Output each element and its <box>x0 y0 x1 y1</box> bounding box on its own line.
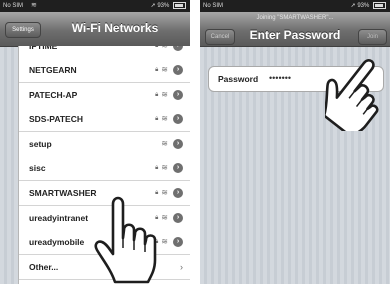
wifi-signal-icon: ≋ <box>161 89 168 99</box>
carrier-label: No SIM <box>3 3 24 9</box>
network-name: SDS-PATECH <box>29 114 83 125</box>
wifi-signal-icon: ≋ <box>161 163 168 173</box>
battery-label: 93% <box>157 3 170 9</box>
network-status-icons: 🔒︎≋ › <box>155 83 183 107</box>
network-row[interactable]: setup ≋ › <box>19 131 190 157</box>
detail-disclosure-icon[interactable]: › <box>173 237 183 248</box>
password-label: Password <box>218 74 259 84</box>
network-name: SMARTWASHER <box>29 188 97 198</box>
status-bar: No SIM ➚ 93% <box>200 0 390 12</box>
lock-icon: 🔒︎ <box>155 67 159 73</box>
enter-password-screen: No SIM ➚ 93% Joining "SMARTWASHER"... Ca… <box>200 0 390 284</box>
wifi-signal-icon: ≋ <box>161 65 168 74</box>
password-masked-value[interactable]: ••••••• <box>269 73 291 83</box>
network-row[interactable]: PATECH-AP 🔒︎ ≋ › <box>19 82 190 108</box>
lock-icon: 🔒︎ <box>155 116 159 123</box>
pointing-hand-icon <box>94 196 157 284</box>
battery-label: 93% <box>357 3 370 9</box>
location-arrow-icon: ➚ <box>150 3 156 9</box>
pointing-hand-icon <box>325 59 379 131</box>
battery-indicator: ➚ 93% <box>151 0 186 12</box>
detail-disclosure-icon[interactable]: › <box>173 188 183 198</box>
lock-icon: 🔒︎ <box>155 91 159 98</box>
network-status-icons: 🔒︎≋ › <box>155 58 183 82</box>
network-name: ureadymobile <box>29 237 85 248</box>
wifi-signal-icon: ≋ <box>161 138 168 148</box>
detail-disclosure-icon[interactable]: › <box>173 46 183 51</box>
network-row[interactable]: SDS-PATECH 🔒︎ ≋ › <box>19 107 190 133</box>
network-name: Other... <box>29 261 59 272</box>
battery-icon <box>173 1 186 9</box>
chevron-right-icon: › <box>180 261 183 272</box>
wifi-signal-icon: ≋ <box>161 114 168 124</box>
network-status-icons: › <box>180 255 183 279</box>
network-name: IPTIME <box>29 46 58 51</box>
detail-disclosure-icon[interactable]: › <box>173 114 183 125</box>
battery-indicator: ➚ 93% <box>351 0 386 12</box>
battery-icon <box>373 1 386 9</box>
lock-icon: 🔒︎ <box>155 46 159 49</box>
detail-disclosure-icon[interactable]: › <box>173 138 183 149</box>
network-status-icons: 🔒︎≋ › <box>155 156 183 180</box>
navigation-bar: Joining "SMARTWASHER"... Cancel Enter Pa… <box>200 12 390 47</box>
detail-disclosure-icon[interactable]: › <box>173 212 183 223</box>
network-name: ureadyintranet <box>29 212 89 223</box>
detail-disclosure-icon[interactable]: › <box>173 163 183 174</box>
carrier-label: No SIM <box>203 3 224 9</box>
network-row[interactable]: sisc 🔒︎ ≋ › <box>19 156 190 182</box>
network-name: PATECH-AP <box>29 89 78 100</box>
network-status-icons: ≋ › <box>161 132 183 156</box>
lock-icon: 🔒︎ <box>155 165 159 172</box>
network-row[interactable]: NETGEARN 🔒︎ ≋ › <box>19 58 190 83</box>
wifi-networks-screen: No SIM ≋ ➚ 93% Settings Wi-Fi Networks I… <box>0 0 190 284</box>
status-bar: No SIM ≋ ➚ 93% <box>0 0 190 12</box>
wifi-status-icon: ≋ <box>31 2 37 9</box>
join-button[interactable]: Join <box>358 29 387 45</box>
navigation-bar: Settings Wi-Fi Networks <box>0 12 190 47</box>
detail-disclosure-icon[interactable]: › <box>173 65 183 75</box>
page-title: Wi-Fi Networks <box>71 21 159 35</box>
network-status-icons: 🔒︎≋ › <box>155 107 183 131</box>
network-name: setup <box>29 138 52 149</box>
location-arrow-icon: ➚ <box>350 3 356 9</box>
network-name: NETGEARN <box>29 65 77 75</box>
network-name: sisc <box>29 163 46 174</box>
wifi-signal-icon: ≋ <box>161 46 168 58</box>
network-status-icons: 🔒︎≋ › <box>155 46 183 58</box>
detail-disclosure-icon[interactable]: › <box>173 89 183 100</box>
joining-prompt: Joining "SMARTWASHER"... <box>256 15 334 21</box>
